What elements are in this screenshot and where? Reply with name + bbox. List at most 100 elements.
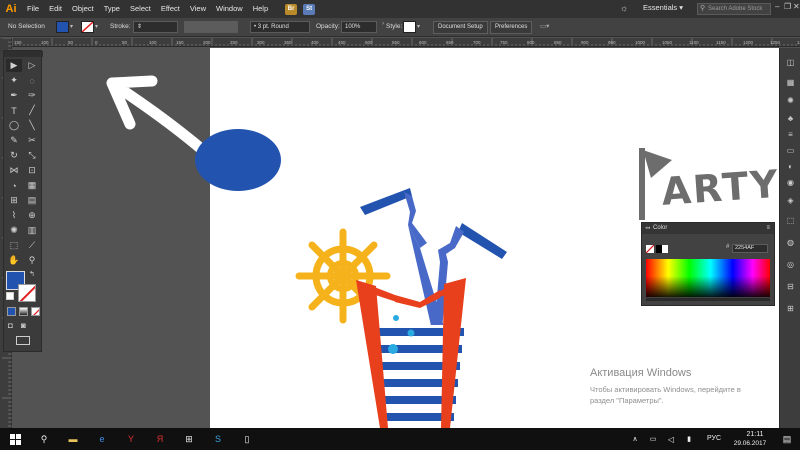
paintbrush-tool[interactable]: ╲ [24,119,40,132]
hex-input[interactable]: 2254AF [732,244,768,253]
document-setup-button[interactable]: Document Setup [433,21,488,34]
fill-swatch[interactable] [56,21,69,33]
gradient-tool[interactable]: ▤ [24,194,40,207]
draw-mode-icon[interactable]: ◘ [8,321,13,330]
align-icon[interactable]: ⊟ [784,280,797,292]
style-swatch[interactable] [403,21,416,33]
pencil-tool[interactable]: ✎ [6,134,22,147]
perspective-grid-tool[interactable]: ▦ [24,179,40,192]
bridge-button-st[interactable]: St [303,3,316,15]
free-transform-tool[interactable]: ⊡ [24,164,40,177]
network-icon[interactable]: ▭ [646,432,660,446]
rotate-tool[interactable]: ↻ [6,149,22,162]
stroke-swatch[interactable] [81,21,94,33]
file-icon[interactable]: ▯ [240,432,254,446]
workspace-switcher[interactable]: Essentials ▾ [643,3,683,12]
bridge-button-br[interactable]: Br [285,3,298,15]
maximize-button[interactable]: ❐ [784,2,791,11]
pathfinder-icon[interactable]: ⊞ [784,302,797,314]
clock-date[interactable]: 29.06.2017 [728,440,772,447]
panel-menu-icon[interactable]: ≡ [766,223,770,234]
menu-help[interactable]: Help [248,0,273,18]
tray-arrow-icon[interactable]: ∧ [628,432,642,446]
toolbar-grip[interactable] [4,51,43,57]
stroke-weight-field[interactable]: ⇕ [133,21,178,33]
scale-tool[interactable]: ⤡ [24,149,40,162]
search-icon[interactable]: ⚲ [37,432,51,446]
eyedropper-tool[interactable]: ⌇ [6,209,22,222]
menu-edit[interactable]: Edit [44,0,67,18]
language-indicator[interactable]: РУС [707,435,721,442]
layers-icon[interactable]: ◈ [784,194,797,206]
menu-window[interactable]: Window [211,0,248,18]
white-swatch[interactable] [662,245,668,253]
color-spectrum[interactable] [646,259,770,297]
horizontal-ruler[interactable]: 150 100 50 0 50 100 150 200 250 300 350 400 450 500 55… [12,38,800,47]
preferences-button[interactable]: Preferences [490,21,533,34]
minimize-button[interactable]: – [775,2,779,11]
direct-selection-tool[interactable]: ▷ [24,59,40,72]
collapse-icon[interactable]: ◂◂ [645,223,650,234]
skype-icon[interactable]: S [211,432,225,446]
slice-tool[interactable]: ⟋ [24,239,40,252]
column-graph-tool[interactable]: ▥ [24,224,40,237]
selection-tool[interactable]: ▶ [6,59,22,72]
mesh-tool[interactable]: ⊞ [6,194,22,207]
arrange-icon[interactable]: ▭▾ [540,21,549,33]
artboards-icon[interactable]: ⬚ [784,214,797,226]
stroke-icon[interactable]: ≡ [784,128,797,140]
variable-width-field[interactable] [184,21,238,33]
opacity-field[interactable]: 100% [341,21,377,33]
type-tool[interactable]: T [6,104,22,117]
volume-icon[interactable]: ◁ [664,432,678,446]
graphic-styles-icon[interactable]: ◎ [784,258,797,270]
symbols-icon[interactable]: ♣ [784,112,797,124]
curvature-tool[interactable]: ✑ [24,89,40,102]
style-dropdown-icon[interactable]: ▾ [417,23,420,30]
stroke-dropdown-icon[interactable]: ▾ [95,23,98,30]
battery-icon[interactable]: ▮ [682,432,696,446]
artboard-tool[interactable]: ⬚ [6,239,22,252]
hand-tool[interactable]: ✋ [6,254,22,267]
appearance-icon[interactable]: ◉ [784,176,797,188]
brush-definition-field[interactable]: • 3 pt. Round [250,21,310,33]
task-view-icon[interactable]: ▬ [66,432,80,446]
color-panel-header[interactable]: ◂◂ Color ≡ [642,223,774,234]
edge-browser-icon[interactable]: e [95,432,109,446]
swatches-icon[interactable]: ▦ [784,76,797,88]
menu-type[interactable]: Type [99,0,125,18]
opacity-chevron-icon[interactable]: › [382,21,384,27]
color-icon[interactable]: ◍ [784,236,797,248]
pen-tool[interactable]: ✒ [6,89,22,102]
width-tool[interactable]: ⋈ [6,164,22,177]
menu-select[interactable]: Select [125,0,156,18]
gradient-icon[interactable]: ▭ [784,144,797,156]
notifications-icon[interactable]: ▤ [780,432,794,446]
blend-tool[interactable]: ⊕ [24,209,40,222]
menu-effect[interactable]: Effect [156,0,185,18]
shape-builder-tool[interactable]: ◔ [6,179,22,192]
default-colors-icon[interactable] [6,292,14,300]
screen-mode-icon[interactable] [16,336,30,345]
magic-wand-tool[interactable]: ✦ [6,74,22,87]
stroke-color-swatch[interactable] [18,284,36,302]
close-button[interactable]: ✕ [793,2,800,11]
symbol-sprayer-tool[interactable]: ✺ [6,224,22,237]
stroke-none-icon[interactable] [646,245,654,253]
color-mode-gradient-icon[interactable] [19,307,28,316]
line-tool[interactable]: ╱ [24,104,40,117]
menu-view[interactable]: View [185,0,211,18]
search-stock-input[interactable]: ⚲ Search Adobe Stock [697,3,771,15]
store-icon[interactable]: ⊞ [182,432,196,446]
windows-start-icon[interactable] [8,432,22,446]
swap-colors-icon[interactable]: ↰ [29,270,35,278]
yandex-app-icon[interactable]: Я [153,432,167,446]
menu-file[interactable]: File [22,0,44,18]
lightbulb-icon[interactable]: ☼ [620,3,628,13]
color-mode-none-icon[interactable] [31,307,40,316]
clock-time[interactable]: 21:11 [740,431,770,438]
fill-dropdown-icon[interactable]: ▾ [70,23,73,30]
scissors-tool[interactable]: ✂ [24,134,40,147]
brushes-icon[interactable]: ✺ [784,94,797,106]
yandex-browser-icon[interactable]: Y [124,432,138,446]
